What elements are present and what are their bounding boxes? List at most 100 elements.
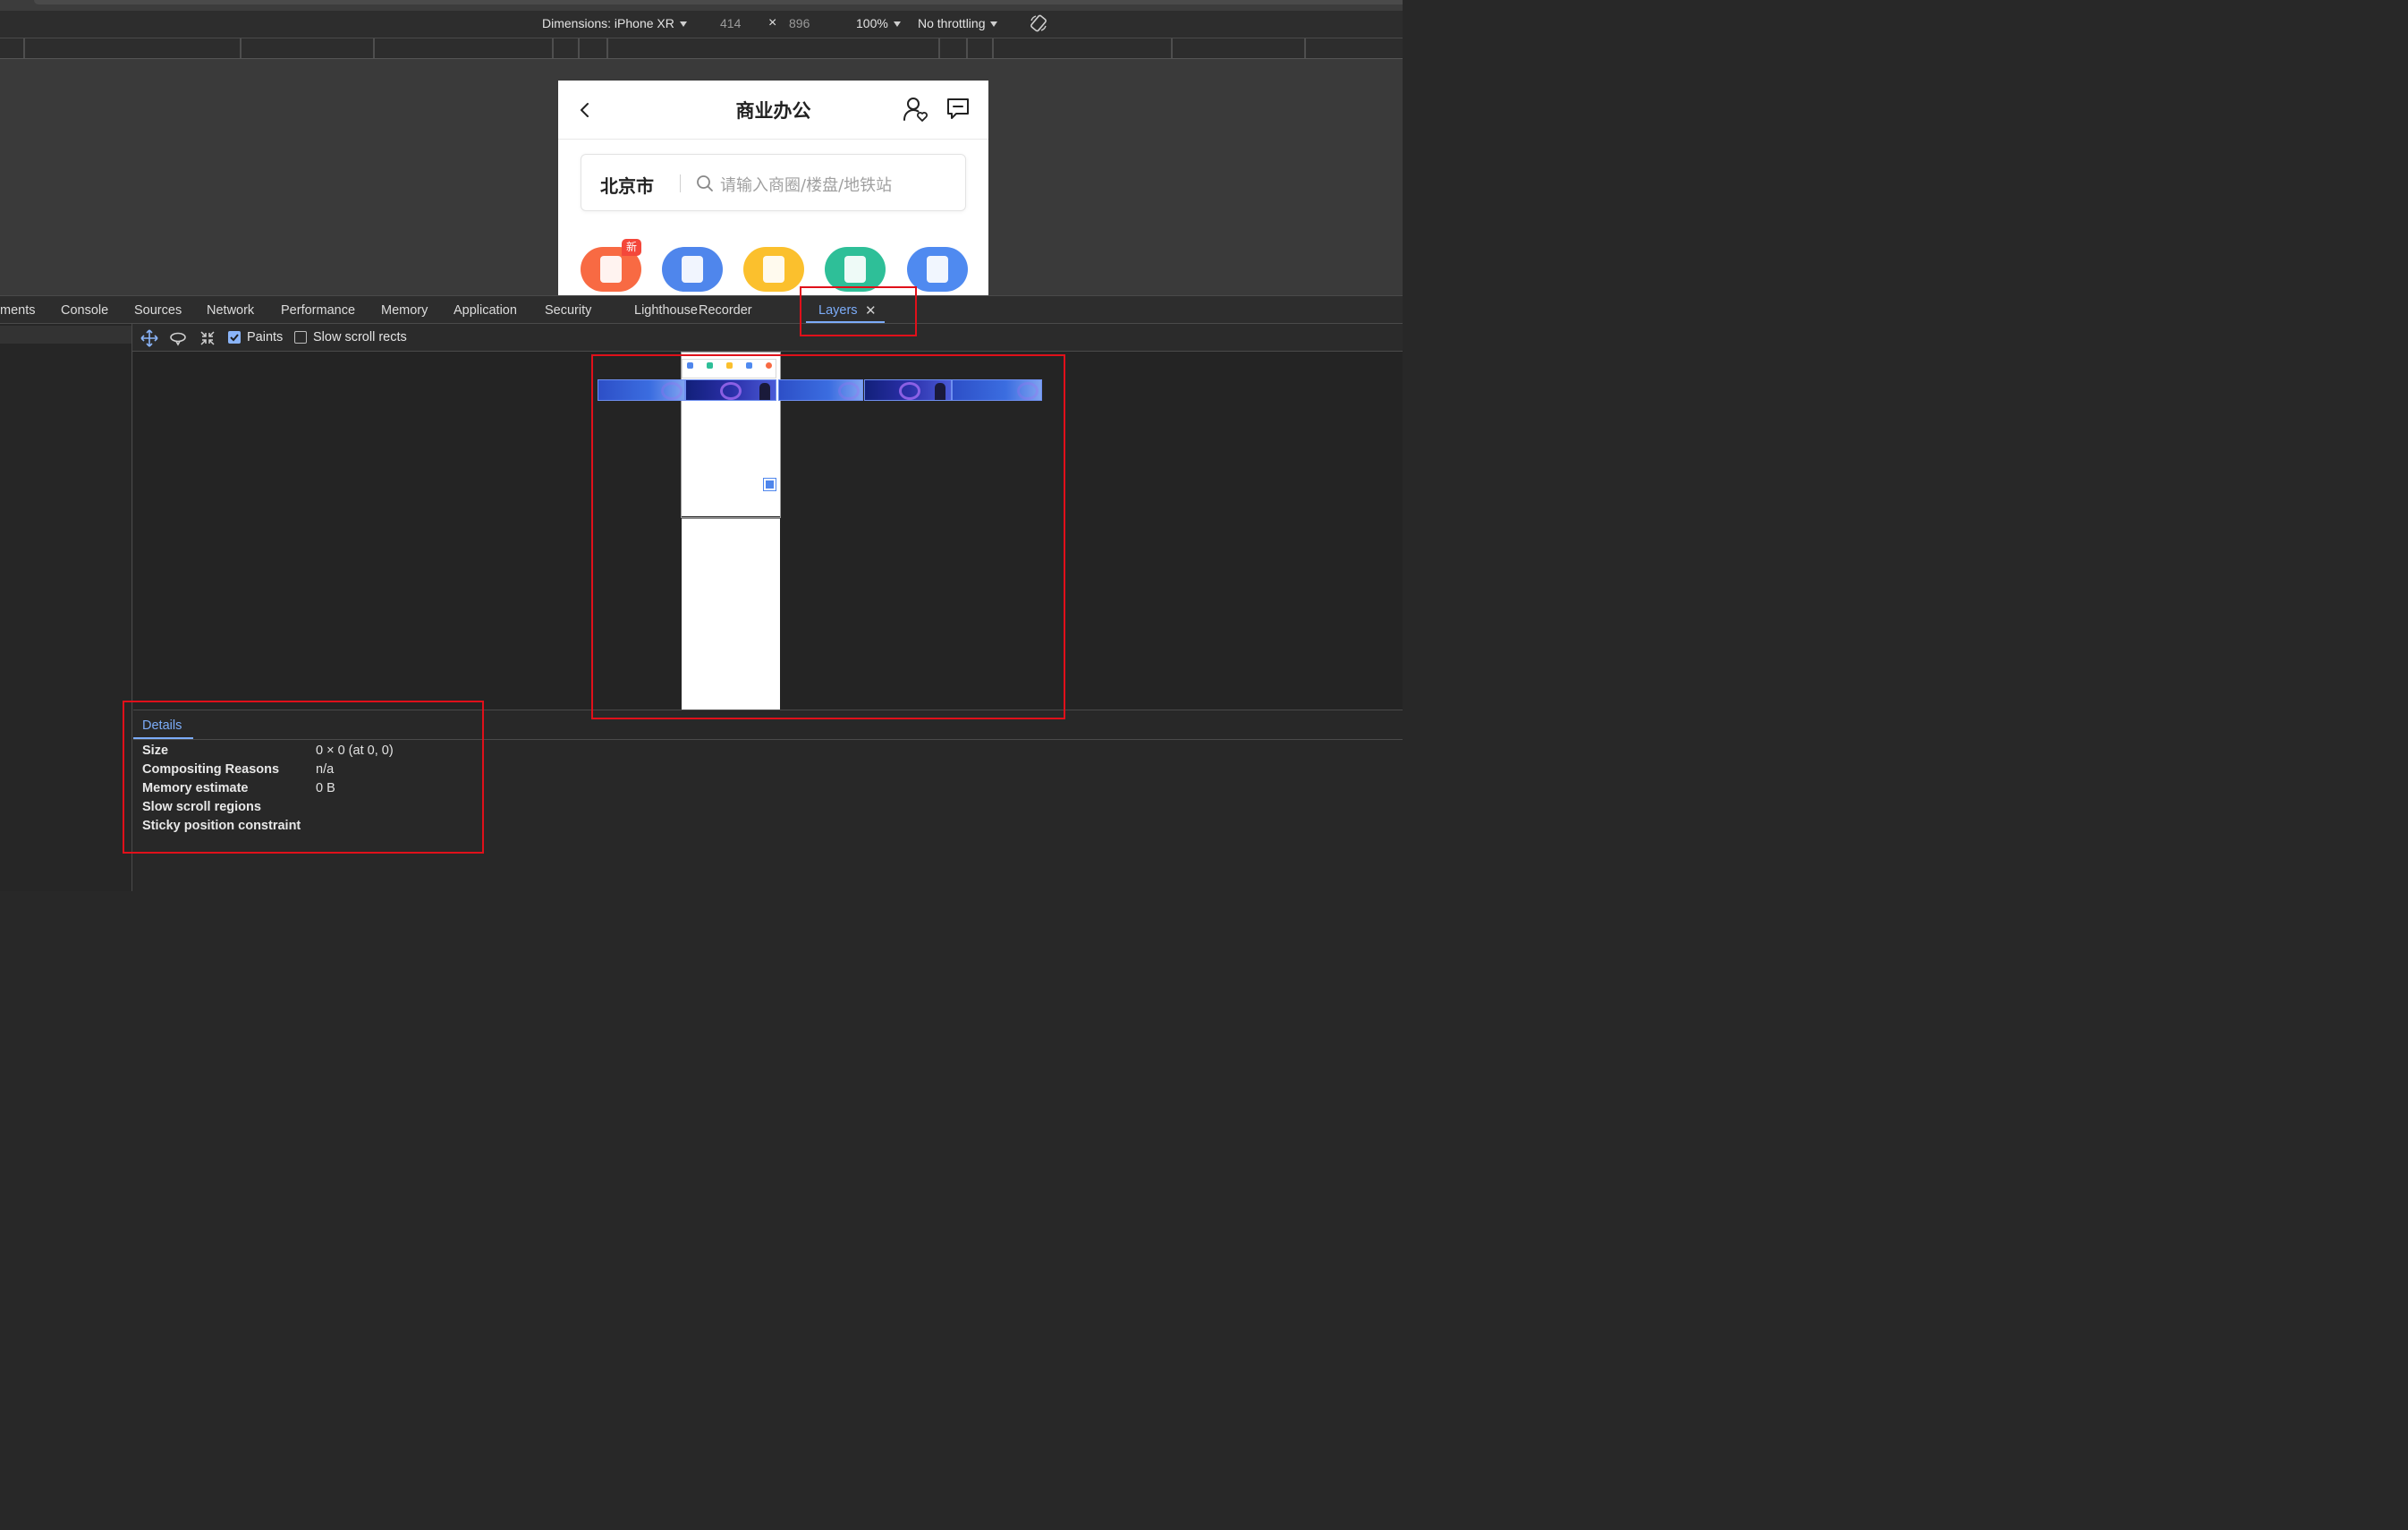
category-shop-icon[interactable] (743, 247, 804, 292)
shop-icon (763, 256, 784, 283)
device-height-input[interactable]: 896 (789, 16, 810, 30)
user-favorite-icon[interactable] (902, 96, 928, 123)
rotate-mode-icon[interactable] (169, 329, 187, 347)
layers-toolbar: Paints Slow scroll rects (132, 324, 1403, 352)
new-badge: 新 (622, 239, 641, 256)
floating-square-icon (766, 480, 774, 489)
app-nav-bar: 商业办公 (558, 81, 988, 140)
banner-ring-graphic (1017, 382, 1039, 400)
category-building-icon[interactable] (907, 247, 968, 292)
tab-elements[interactable]: ments (0, 303, 36, 318)
window-top-strip (0, 0, 1403, 11)
banner-ring-graphic (661, 382, 683, 400)
device-dimensions-label: Dimensions: iPhone XR (542, 16, 674, 30)
zoom-dropdown[interactable]: 100% (856, 16, 901, 30)
tab-network[interactable]: Network (207, 303, 254, 318)
paints-label: Paints (247, 330, 284, 344)
tab-lighthouse[interactable]: Lighthouse (634, 303, 698, 318)
detail-value: 0 B (316, 781, 335, 795)
device-dimensions-dropdown[interactable]: Dimensions: iPhone XR (542, 16, 687, 30)
device-width-input[interactable]: 414 (720, 16, 741, 30)
detail-key: Memory estimate (142, 781, 249, 795)
close-icon[interactable]: ✕ (865, 302, 877, 319)
detail-key: Sticky position constraint (142, 819, 301, 833)
active-tab-indicator (806, 321, 885, 323)
rotate-device-button[interactable] (1029, 13, 1048, 33)
search-input[interactable]: 请输入商圈/楼盘/地铁站 (720, 173, 892, 196)
banner-ring-graphic (838, 382, 860, 400)
tab-application[interactable]: Application (454, 303, 517, 318)
chevron-down-icon (990, 21, 998, 27)
detail-key: Compositing Reasons (142, 762, 280, 777)
layer-banner[interactable] (598, 379, 685, 401)
details-pane: Details Size 0 × 0 (at 0, 0) Compositing… (133, 710, 1403, 891)
building-icon (927, 256, 948, 283)
chevron-down-icon (893, 21, 901, 27)
ruler-tick (606, 38, 608, 58)
city-selector[interactable]: 北京市 (600, 172, 654, 198)
layer-banner[interactable] (952, 379, 1042, 401)
throttling-label: No throttling (918, 16, 986, 30)
window-edge (34, 0, 1403, 4)
device-viewport: 商业办公 北京市 请输入商圈/楼盘/地铁站 新 (0, 59, 1403, 295)
mini-box-icon (746, 362, 752, 369)
mini-building-icon (687, 362, 693, 369)
layer-banner[interactable] (778, 379, 863, 401)
throttling-dropdown[interactable]: No throttling (918, 16, 998, 30)
tab-memory[interactable]: Memory (381, 303, 428, 318)
ruler-tick (373, 38, 375, 58)
category-tower-icon[interactable] (825, 247, 886, 292)
selected-layer-row[interactable] (0, 326, 131, 344)
ruler-tick (1304, 38, 1306, 58)
chevron-down-icon (679, 21, 687, 27)
layer-category-icons[interactable] (682, 359, 776, 378)
layer-banner[interactable] (685, 379, 776, 401)
reset-transform-icon[interactable] (199, 329, 216, 347)
detail-value: n/a (316, 762, 335, 777)
detail-key: Size (142, 744, 169, 758)
ruler-tick (23, 38, 25, 58)
tab-security[interactable]: Security (545, 303, 591, 318)
checkmark-icon (230, 334, 239, 342)
layer-banner[interactable] (864, 379, 952, 401)
banner-person-graphic (759, 383, 770, 400)
ruler-tick (240, 38, 242, 58)
slow-scroll-checkbox[interactable] (294, 331, 307, 344)
banner-ring-graphic (899, 382, 920, 400)
category-box-icon[interactable] (662, 247, 723, 292)
search-divider (680, 174, 681, 192)
dimensions-separator: × (768, 15, 777, 30)
mini-tower-icon (707, 362, 713, 369)
tab-recorder[interactable]: Recorder (699, 303, 752, 318)
ruler-tick (578, 38, 580, 58)
message-icon[interactable] (945, 96, 971, 123)
building-icon (600, 256, 622, 283)
paints-checkbox[interactable] (228, 331, 241, 344)
ruler-tick (1171, 38, 1173, 58)
phone-screen: 商业办公 北京市 请输入商圈/楼盘/地铁站 新 (558, 81, 988, 295)
mini-shop-icon (726, 362, 733, 369)
search-box[interactable]: 北京市 请输入商圈/楼盘/地铁站 (581, 154, 966, 211)
tab-performance[interactable]: Performance (281, 303, 355, 318)
ruler-tick (552, 38, 554, 58)
layers-3d-view[interactable] (133, 352, 1403, 710)
media-query-ruler[interactable] (0, 38, 1403, 59)
devtools-tab-bar: ments Console Sources Network Performanc… (0, 295, 1403, 324)
layer-page-bottom[interactable] (682, 518, 780, 710)
banner-person-graphic (935, 383, 945, 400)
box-icon (682, 256, 703, 283)
layer-floating-icon[interactable] (763, 478, 776, 491)
rotate-icon (1030, 14, 1047, 32)
tab-sources[interactable]: Sources (134, 303, 182, 318)
tab-console[interactable]: Console (61, 303, 108, 318)
pan-mode-icon[interactable] (140, 329, 158, 347)
layer-tree-pane (0, 324, 132, 891)
search-icon (697, 175, 713, 191)
tab-layers[interactable]: Layers (818, 303, 858, 318)
banner-ring-graphic (720, 382, 742, 400)
device-toolbar: Dimensions: iPhone XR 414 × 896 100% No … (0, 11, 1403, 38)
tab-details[interactable]: Details (142, 718, 182, 733)
detail-key: Slow scroll regions (142, 800, 261, 814)
detail-value: 0 × 0 (at 0, 0) (316, 744, 394, 758)
ruler-tick (992, 38, 994, 58)
